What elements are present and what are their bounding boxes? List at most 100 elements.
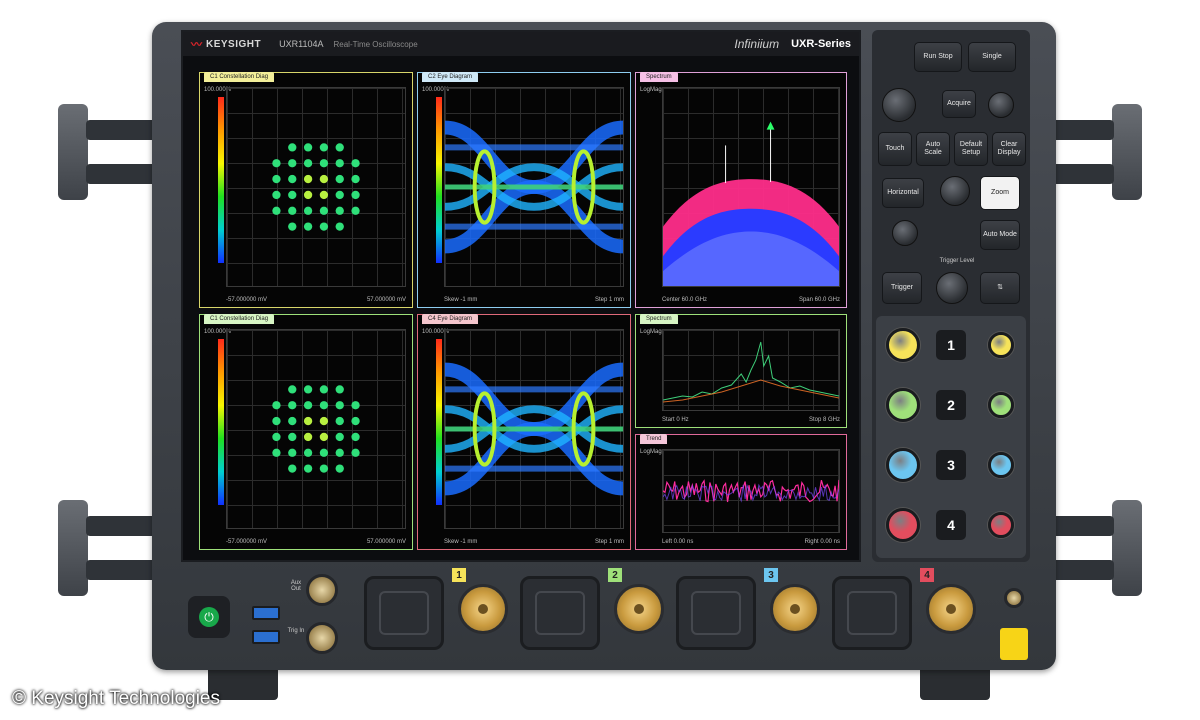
zoom-knob[interactable]: [940, 176, 970, 206]
y-scale-label: LogMag: [640, 329, 662, 335]
constellation-point: [351, 174, 360, 184]
trigger-mode-button[interactable]: ⇅: [980, 272, 1020, 304]
channel-2-scale-knob[interactable]: [886, 388, 920, 422]
y-scale-label: LogMag: [640, 87, 662, 93]
default-setup-button[interactable]: Default Setup: [954, 132, 988, 166]
trigger-level-knob[interactable]: [936, 272, 968, 304]
trend-panel[interactable]: Trend LogMag Left 0.00 ns Right 0.00 ns: [635, 434, 847, 550]
usb-port-2[interactable]: [252, 630, 280, 644]
touch-button[interactable]: Touch: [878, 132, 912, 166]
panel-tab[interactable]: Trend: [640, 434, 668, 444]
cover-plate-2: [520, 576, 600, 650]
channel-4-input-label: 4: [920, 568, 934, 582]
horizontal-position-knob[interactable]: [988, 92, 1014, 118]
x-end-label: 57.000000 mV: [366, 297, 406, 303]
constellation-point: [303, 416, 313, 426]
constellation-point: [335, 401, 344, 410]
x-end-label: Right 0.00 ns: [804, 539, 840, 545]
x-start-label: Skew -1 mm: [444, 297, 478, 303]
channel-3-input-connector[interactable]: [770, 584, 820, 634]
constellation-point: [335, 416, 344, 426]
panel-tab[interactable]: C1 Constellation Diag: [204, 72, 275, 82]
navigate-knob[interactable]: [892, 220, 918, 246]
zoom-button[interactable]: Zoom: [980, 176, 1020, 210]
constellation-point: [288, 448, 297, 457]
clear-display-button[interactable]: Clear Display: [992, 132, 1026, 166]
constellation-point: [303, 206, 313, 215]
constellation-point: [351, 401, 360, 410]
channel-3-offset-knob[interactable]: [988, 452, 1014, 478]
panel-tab[interactable]: C4 Eye Diagram: [422, 314, 479, 324]
constellation-point: [335, 159, 344, 168]
auto-scale-button[interactable]: Auto Scale: [916, 132, 950, 166]
constellation-point: [303, 464, 313, 473]
model-subtitle: Real-Time Oscilloscope: [333, 39, 418, 49]
x-end-label: 57.000000 mV: [366, 539, 406, 545]
auto-mode-button[interactable]: Auto Mode: [980, 220, 1020, 250]
constellation-panel-1[interactable]: C1 Constellation Diag 100.000% -57.00000…: [199, 72, 413, 308]
ground-terminal[interactable]: [1004, 588, 1024, 608]
channel-1-button[interactable]: 1: [936, 330, 966, 360]
constellation-point: [351, 190, 360, 200]
x-end-label: Stop 8 GHz: [808, 417, 840, 423]
eye-diagram-panel-2[interactable]: C4 Eye Diagram 100.000% Skew -1 mm Step 1…: [417, 314, 631, 550]
constellation-point: [335, 174, 344, 184]
copyright-caption: © Keysight Technologies: [12, 688, 220, 709]
constellation-point: [288, 174, 297, 184]
horizontal-button[interactable]: Horizontal: [882, 178, 924, 208]
constellation-point: [272, 416, 281, 426]
right-handle-top: [1112, 104, 1142, 200]
aux-out-connector[interactable]: [306, 574, 338, 606]
constellation-point: [272, 159, 281, 168]
constellation-point: [351, 432, 360, 442]
y-scale-label: LogMag: [640, 449, 662, 455]
trigger-button[interactable]: Trigger: [882, 272, 922, 304]
constellation-panel-2[interactable]: C1 Constellation Diag 100.000% -57.00000…: [199, 314, 413, 550]
channel-3-scale-knob[interactable]: [886, 448, 920, 482]
constellation-plot: [226, 87, 406, 287]
constellation-point: [319, 385, 329, 394]
single-button[interactable]: Single: [968, 42, 1016, 72]
left-handle-bottom-arm-2: [86, 560, 156, 580]
channel-3-input-label: 3: [764, 568, 778, 582]
x-end-label: Span 60.0 GHz: [798, 297, 840, 303]
constellation-point: [272, 206, 281, 215]
right-handle-bottom: [1112, 500, 1142, 596]
spectrum-panel-small[interactable]: Spectrum LogMag Start 0 Hz Stop 8 GHz: [635, 314, 847, 428]
channel-1-input-label: 1: [452, 568, 466, 582]
panel-tab[interactable]: Spectrum: [640, 314, 678, 324]
run-stop-button[interactable]: Run Stop: [914, 42, 962, 72]
oscilloscope-screen[interactable]: 〰 KEYSIGHT UXR1104A Real-Time Oscillosco…: [181, 30, 861, 562]
constellation-point: [288, 190, 297, 200]
panel-tab[interactable]: C2 Eye Diagram: [422, 72, 479, 82]
panel-tab[interactable]: C1 Constellation Diag: [204, 314, 275, 324]
eye-plot: [438, 87, 630, 287]
panel-tab[interactable]: Spectrum: [640, 72, 678, 82]
channel-4-scale-knob[interactable]: [886, 508, 920, 542]
constellation-point: [351, 206, 360, 215]
constellation-point: [303, 432, 313, 442]
channel-2-offset-knob[interactable]: [988, 392, 1014, 418]
channel-1-input-connector[interactable]: [458, 584, 508, 634]
color-scale-bar: [218, 339, 224, 505]
channel-2-input-connector[interactable]: [614, 584, 664, 634]
keysight-logo-icon: 〰: [191, 39, 202, 51]
channel-4-button[interactable]: 4: [936, 510, 966, 540]
power-button[interactable]: ⏻: [188, 596, 230, 638]
channel-4-input-connector[interactable]: [926, 584, 976, 634]
left-handle-bottom: [58, 500, 88, 596]
channel-1-scale-knob[interactable]: [886, 328, 920, 362]
trig-in-connector[interactable]: [306, 622, 338, 654]
channel-2-input-label: 2: [608, 568, 622, 582]
channel-2-button[interactable]: 2: [936, 390, 966, 420]
horizontal-scale-knob[interactable]: [882, 88, 916, 122]
acquire-button[interactable]: Acquire: [942, 90, 976, 118]
channel-3-button[interactable]: 3: [936, 450, 966, 480]
usb-port-1[interactable]: [252, 606, 280, 620]
channel-4-offset-knob[interactable]: [988, 512, 1014, 538]
model-number: UXR1104A: [279, 39, 324, 49]
spectrum-panel[interactable]: Spectrum LogMag Center 60.0 GHz Span 60.0…: [635, 72, 847, 308]
eye-diagram-panel-1[interactable]: C2 Eye Diagram 100.000% Skew -1 mm Step 1…: [417, 72, 631, 308]
channel-1-offset-knob[interactable]: [988, 332, 1014, 358]
power-icon: ⏻: [199, 607, 219, 627]
